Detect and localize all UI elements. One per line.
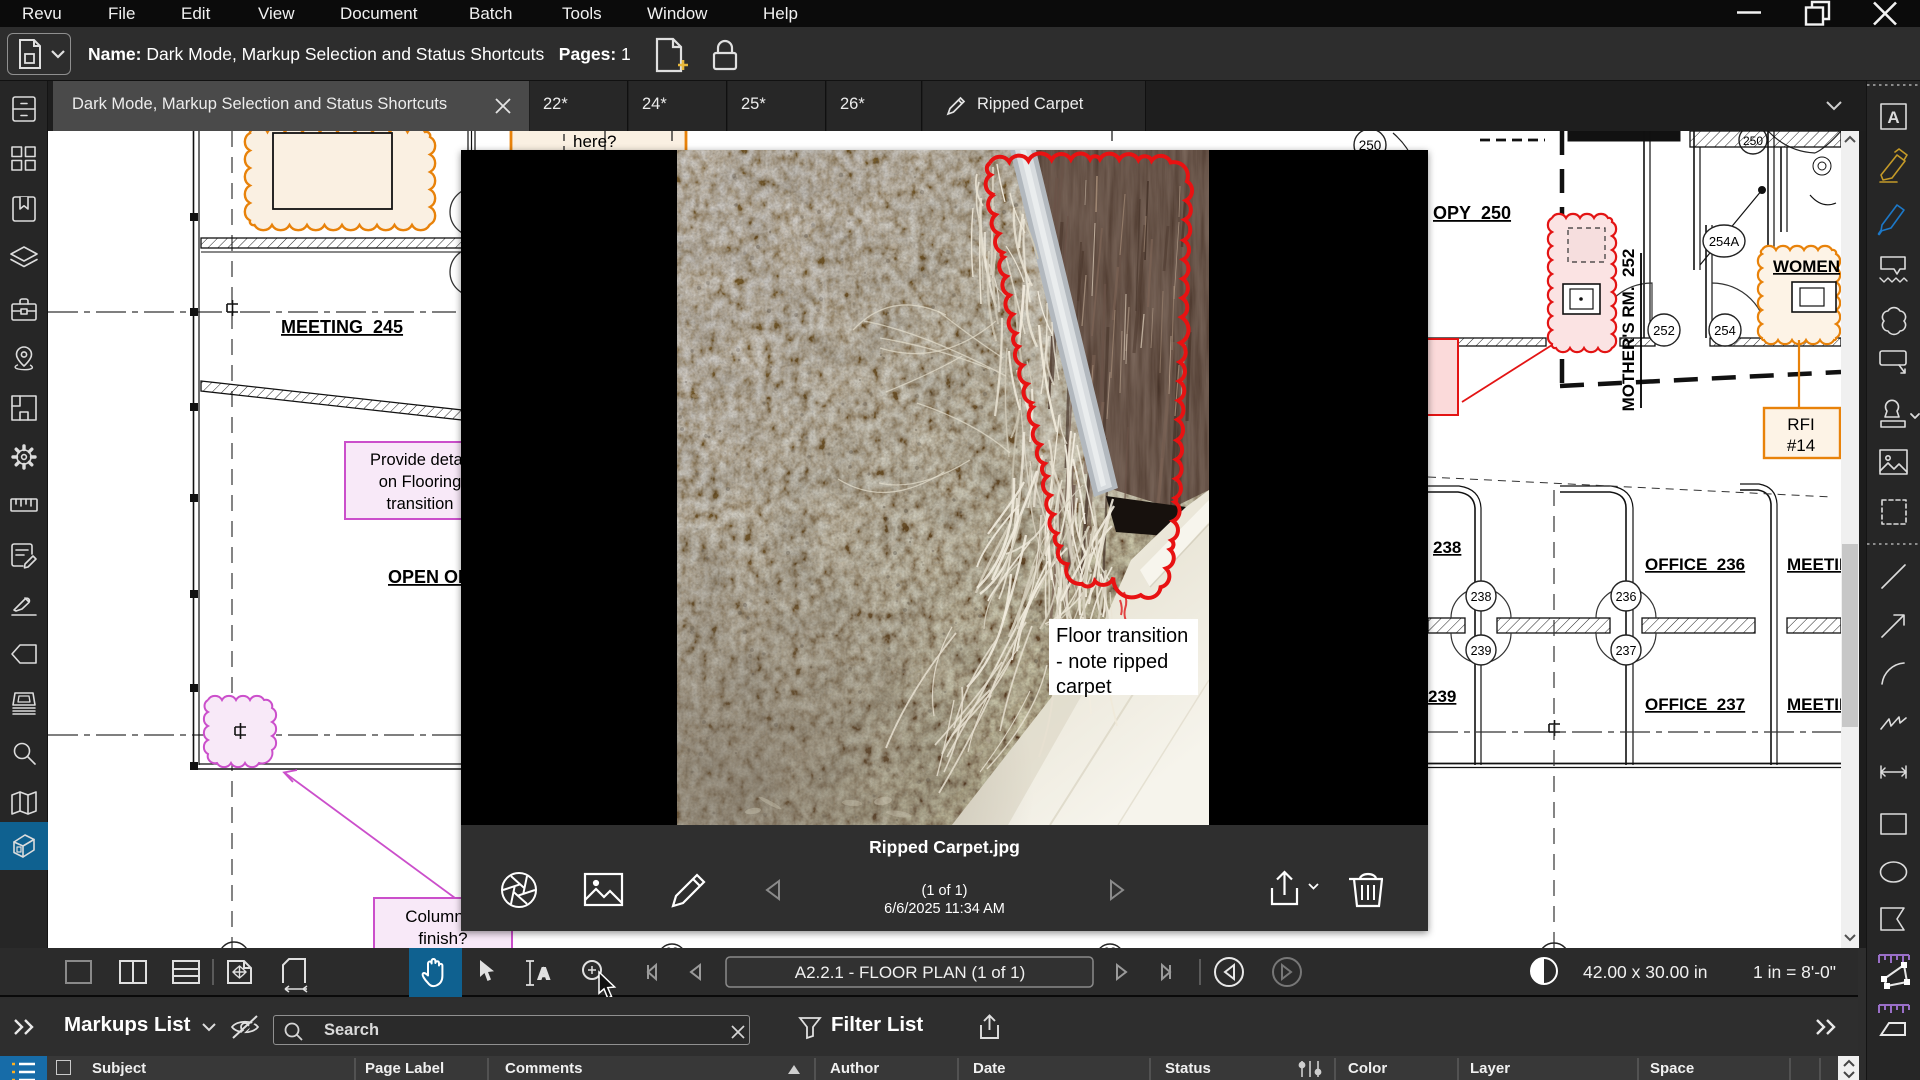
svg-text:#14: #14 (1787, 436, 1815, 455)
svg-text:254A: 254A (1709, 234, 1740, 249)
svg-text:transition: transition (387, 495, 454, 513)
svg-text:239: 239 (1428, 687, 1456, 706)
svg-text:238: 238 (1433, 538, 1461, 557)
svg-text:OPY 250: OPY 250 (1433, 203, 1511, 223)
svg-text:OFFICE 237: OFFICE 237 (1645, 695, 1745, 714)
svg-text:A2.2.1 - FLOOR PLAN (1 of 1): A2.2.1 - FLOOR PLAN (1 of 1) (795, 963, 1026, 982)
svg-text:here?: here? (573, 132, 616, 151)
svg-text:MEETIN: MEETIN (1787, 555, 1841, 574)
svg-text:236: 236 (1616, 590, 1637, 604)
svg-text:- note ripped: - note ripped (1056, 651, 1168, 673)
svg-text:A: A (538, 966, 550, 983)
svg-text:1 in = 8'-0": 1 in = 8'-0" (1753, 962, 1836, 982)
svg-text:239: 239 (1471, 644, 1492, 658)
svg-text:A: A (1887, 108, 1899, 127)
svg-text:finish?: finish? (418, 929, 467, 948)
svg-text:238: 238 (1471, 590, 1492, 604)
svg-text:254: 254 (1714, 323, 1736, 338)
svg-text:237: 237 (1616, 644, 1637, 658)
svg-text:on Flooring: on Flooring (379, 473, 462, 491)
svg-text:42.00 x 30.00 in: 42.00 x 30.00 in (1583, 962, 1708, 982)
svg-text:MEETIN: MEETIN (1787, 695, 1841, 714)
svg-text:carpet: carpet (1056, 676, 1112, 698)
svg-text:OFFICE 236: OFFICE 236 (1645, 555, 1745, 574)
svg-text:RFI: RFI (1787, 415, 1814, 434)
svg-text:Provide detail: Provide detail (370, 451, 470, 469)
svg-text:252: 252 (1653, 323, 1675, 338)
svg-text:MOTHER'S RM. 252: MOTHER'S RM. 252 (1619, 249, 1638, 412)
svg-text:WOMEN: WOMEN (1773, 257, 1840, 276)
svg-text:Floor transition: Floor transition (1056, 625, 1188, 647)
svg-text:MEETING 245: MEETING 245 (281, 317, 403, 337)
